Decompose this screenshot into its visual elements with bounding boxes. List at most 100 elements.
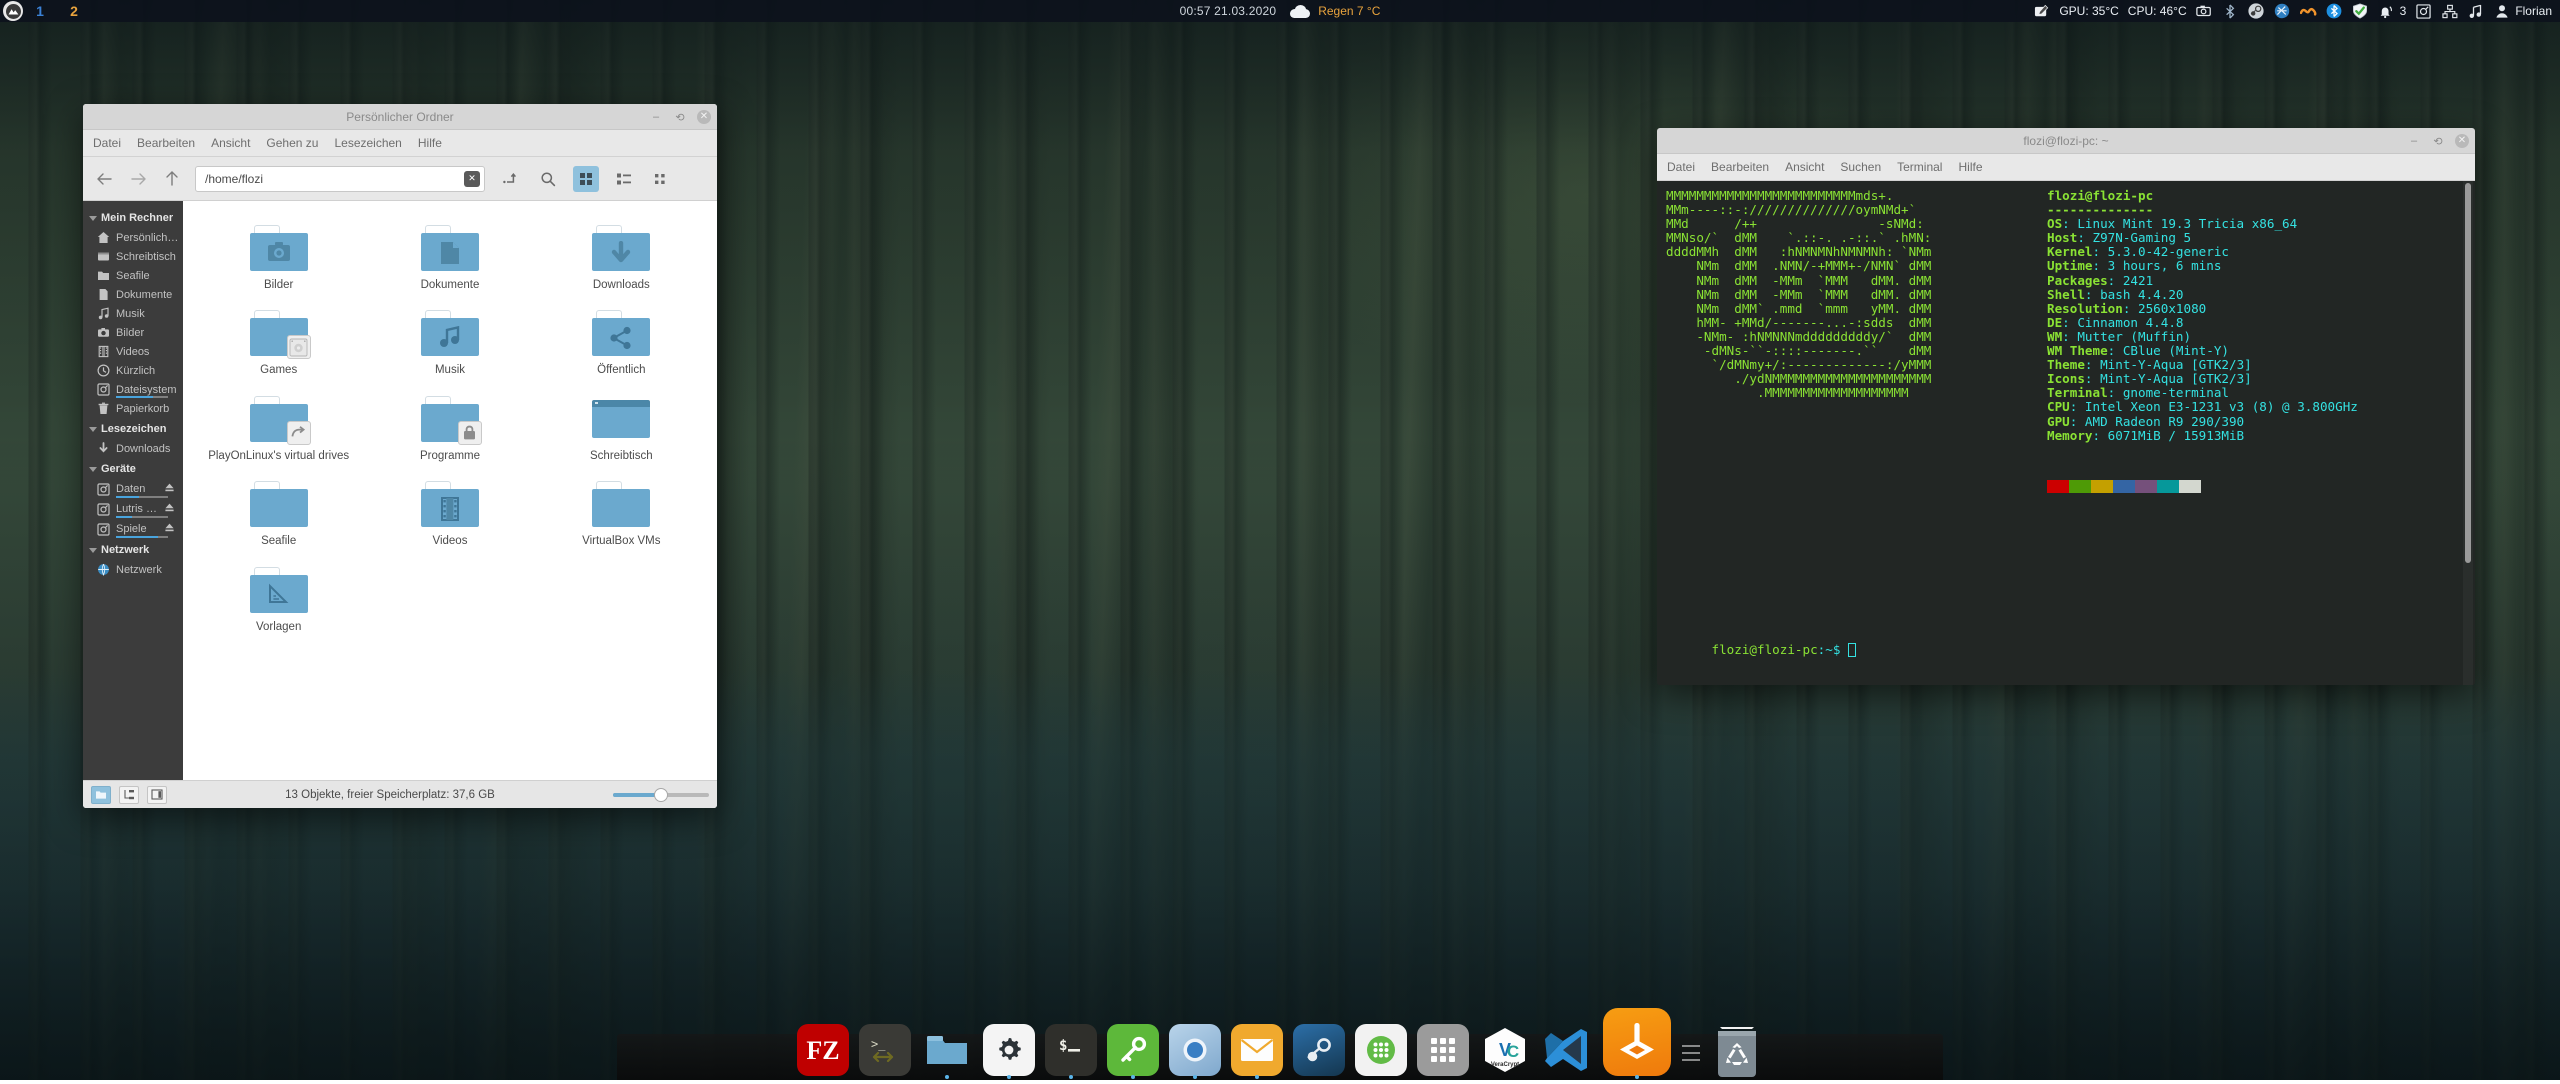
dock-item-app-green[interactable] — [1355, 1024, 1407, 1076]
sidebar-item-musik[interactable]: Musik — [83, 304, 183, 323]
bell-icon[interactable] — [2378, 3, 2395, 20]
synergy-icon[interactable] — [2274, 3, 2291, 20]
file-item[interactable]: Vorlagen — [193, 559, 364, 644]
back-icon[interactable] — [93, 168, 115, 190]
terminal-menu-bearbeiten[interactable]: Bearbeiten — [1711, 160, 1769, 174]
user-menu[interactable]: Florian — [2493, 3, 2552, 20]
sidebar-item-seafile[interactable]: Seafile — [83, 266, 183, 285]
file-item[interactable]: Seafile — [193, 473, 364, 558]
zoom-slider[interactable] — [613, 788, 709, 802]
cpu-temperature[interactable]: CPU: 46°C — [2128, 4, 2187, 18]
dock-item-nemo-files[interactable] — [921, 1024, 973, 1076]
search-icon[interactable] — [535, 166, 561, 192]
mint-logo-icon[interactable] — [3, 1, 23, 21]
bluetooth-icon[interactable] — [2326, 3, 2343, 20]
zoom-knob[interactable] — [654, 788, 668, 802]
file-item[interactable]: PlayOnLinux's virtual drives — [193, 388, 364, 473]
file-item[interactable]: Bilder — [193, 217, 364, 302]
sidebar-header-lesezeichen[interactable]: Lesezeichen — [83, 418, 183, 439]
file-item[interactable]: VirtualBox VMs — [536, 473, 707, 558]
up-icon[interactable] — [161, 168, 183, 190]
sidebar-item-dateisystem[interactable]: Dateisystem — [83, 380, 183, 399]
dock-item-app-grid[interactable] — [1417, 1024, 1469, 1076]
terminal-here-icon[interactable] — [497, 166, 523, 192]
nemo-minimize-button[interactable]: – — [649, 110, 663, 124]
dock-item-filezilla[interactable]: FZ — [797, 1024, 849, 1076]
sidebar-item-spiele[interactable]: Spiele — [83, 519, 183, 539]
sidebar-item-pers-nliche[interactable]: Persönliche… — [83, 228, 183, 247]
terminal-scrollbar[interactable] — [2463, 181, 2473, 685]
dock-item-thunderbird-mail[interactable] — [1231, 1024, 1283, 1076]
camera-icon[interactable] — [2196, 3, 2213, 20]
screenshot-pen-icon[interactable] — [2033, 3, 2050, 20]
terminal-maximize-button[interactable]: ⟲ — [2431, 134, 2445, 148]
dock-item-guake-terminal[interactable]: >_ — [859, 1024, 911, 1076]
workspace-2[interactable]: 2 — [57, 3, 91, 19]
sidebar-item-downloads[interactable]: Downloads — [83, 439, 183, 458]
sidebar-item-bilder[interactable]: Bilder — [83, 323, 183, 342]
menu-lesezeichen[interactable]: Lesezeichen — [334, 136, 401, 150]
dock-item-trash[interactable] — [1711, 1024, 1763, 1076]
audio-icon[interactable] — [2467, 3, 2484, 20]
list-view-button[interactable] — [611, 166, 637, 192]
panel-clock[interactable]: 00:57 21.03.2020 — [1180, 4, 1277, 18]
terminal-menu-hilfe[interactable]: Hilfe — [1958, 160, 1982, 174]
sidebar-header-ger-te[interactable]: Geräte — [83, 458, 183, 479]
tree-view-toggle[interactable] — [119, 786, 139, 804]
dock-item-terminal[interactable]: $ — [1045, 1024, 1097, 1076]
eject-icon[interactable] — [164, 502, 175, 516]
terminal-titlebar[interactable]: flozi@flozi-pc: ~ – ⟲ ✕ — [1657, 128, 2475, 154]
dock-item-vscode[interactable] — [1541, 1024, 1593, 1076]
sidebar-item-netzwerk[interactable]: Netzwerk — [83, 560, 183, 579]
icon-view-button[interactable] — [573, 166, 599, 192]
steam-icon[interactable] — [2248, 3, 2265, 20]
dock-item-lutris[interactable] — [1603, 1008, 1671, 1076]
path-input[interactable]: /home/flozi ✕ — [195, 166, 485, 192]
terminal-close-button[interactable]: ✕ — [2455, 134, 2469, 148]
nextcloud-icon[interactable] — [2300, 3, 2317, 20]
menu-bearbeiten[interactable]: Bearbeiten — [137, 136, 195, 150]
sidebar-item-daten[interactable]: Daten — [83, 479, 183, 499]
sidebar-toggle[interactable] — [147, 786, 167, 804]
forward-icon[interactable] — [127, 168, 149, 190]
file-list-area[interactable]: Bilder Dokumente Downloads Games Musik Ö… — [183, 201, 717, 780]
eject-icon[interactable] — [164, 482, 175, 496]
sidebar-header-mein-rechner[interactable]: Mein Rechner — [83, 207, 183, 228]
file-item[interactable]: Musik — [364, 302, 535, 387]
sidebar-item-schreibtisch[interactable]: Schreibtisch — [83, 247, 183, 266]
sidebar-item-videos[interactable]: Videos — [83, 342, 183, 361]
terminal-window[interactable]: flozi@flozi-pc: ~ – ⟲ ✕ Datei Bearbeiten… — [1657, 128, 2475, 685]
terminal-menu-datei[interactable]: Datei — [1667, 160, 1695, 174]
file-item[interactable]: Games — [193, 302, 364, 387]
menu-gehen-zu[interactable]: Gehen zu — [266, 136, 318, 150]
nemo-sidebar[interactable]: Mein Rechner Persönliche… Schreibtisch S… — [83, 201, 183, 780]
nemo-titlebar[interactable]: Persönlicher Ordner – ⟲ ✕ — [83, 104, 717, 130]
sidebar-item-k-rzlich[interactable]: Kürzlich — [83, 361, 183, 380]
file-item[interactable]: Programme — [364, 388, 535, 473]
sidebar-header-netzwerk[interactable]: Netzwerk — [83, 539, 183, 560]
nemo-close-button[interactable]: ✕ — [697, 110, 711, 124]
clear-icon[interactable]: ✕ — [464, 171, 480, 187]
sidebar-item-papierkorb[interactable]: Papierkorb — [83, 399, 183, 418]
panel-weather[interactable]: Regen 7 °C — [1290, 4, 1380, 18]
dock-item-system-settings[interactable] — [983, 1024, 1035, 1076]
icon-view-toggle[interactable] — [91, 786, 111, 804]
terminal-menu-terminal[interactable]: Terminal — [1897, 160, 1942, 174]
terminal-minimize-button[interactable]: – — [2407, 134, 2421, 148]
file-item[interactable]: Schreibtisch — [536, 388, 707, 473]
shell-prompt[interactable]: flozi@flozi-pc:~$ — [1666, 629, 1856, 671]
network-icon[interactable] — [2441, 3, 2458, 20]
file-item[interactable]: Videos — [364, 473, 535, 558]
gpu-temperature[interactable]: GPU: 35°C — [2059, 4, 2118, 18]
nemo-maximize-button[interactable]: ⟲ — [673, 110, 687, 124]
dock-item-veracrypt[interactable]: VCVeraCrypt — [1479, 1024, 1531, 1076]
menu-ansicht[interactable]: Ansicht — [211, 136, 250, 150]
terminal-menu-suchen[interactable]: Suchen — [1840, 160, 1881, 174]
eject-icon[interactable] — [164, 522, 175, 536]
bluetooth-small-icon[interactable] — [2222, 3, 2239, 20]
workspace-1[interactable]: 1 — [23, 3, 57, 19]
file-item[interactable]: Öffentlich — [536, 302, 707, 387]
file-item[interactable]: Dokumente — [364, 217, 535, 302]
dock-item-chromium[interactable] — [1169, 1024, 1221, 1076]
menu-datei[interactable]: Datei — [93, 136, 121, 150]
